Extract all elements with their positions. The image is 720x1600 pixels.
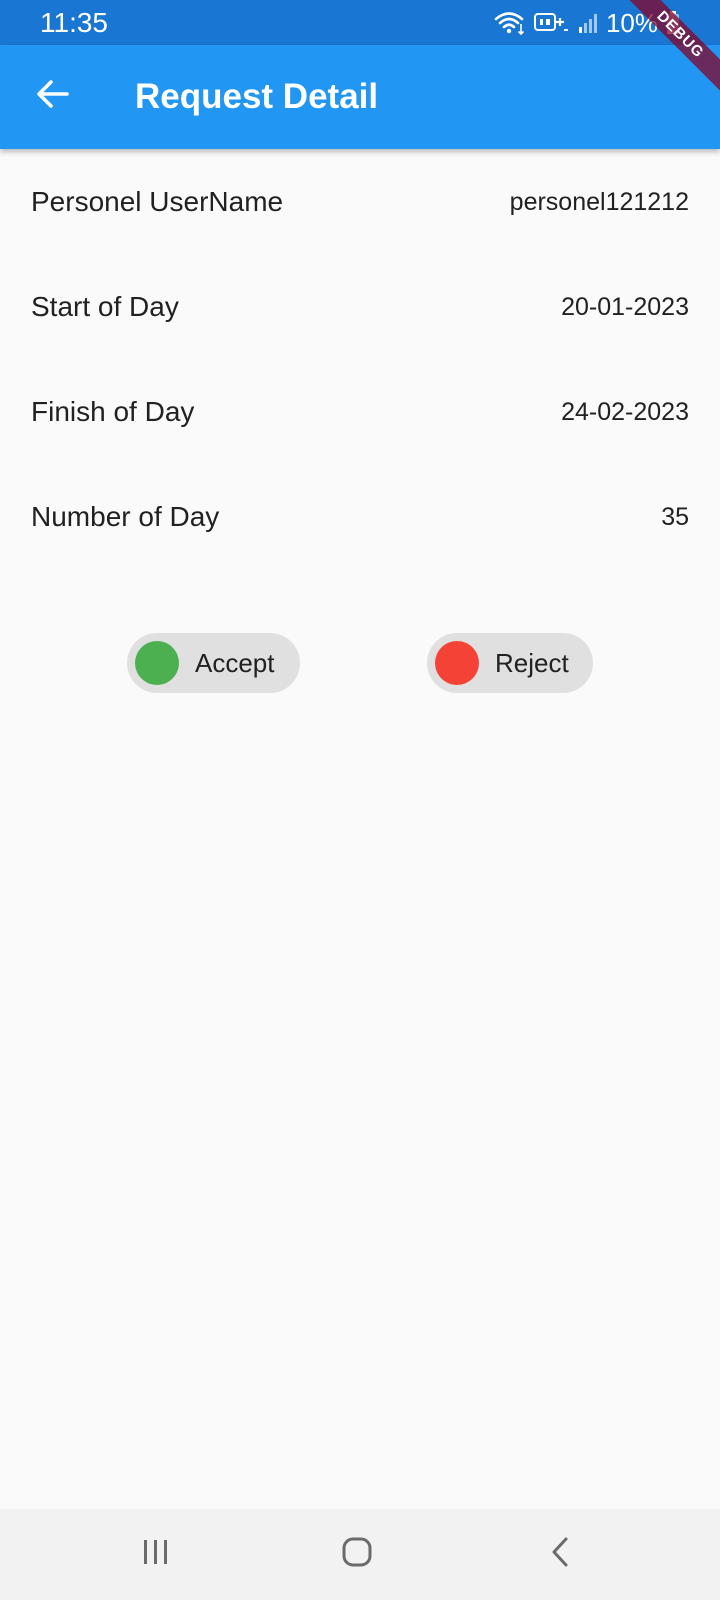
- detail-label: Finish of Day: [31, 396, 195, 427]
- recents-icon: [141, 1538, 171, 1571]
- status-bar: 11:35 10%: [0, 0, 720, 45]
- home-button[interactable]: [327, 1529, 387, 1579]
- system-nav-bar: [0, 1509, 720, 1600]
- page-title: Request Detail: [135, 77, 379, 116]
- nav-back-button[interactable]: [530, 1529, 590, 1579]
- detail-value: 35: [661, 503, 689, 531]
- detail-row-finish-day: Finish of Day 24-02-2023: [0, 360, 720, 465]
- signal-icon: [578, 12, 598, 34]
- arrow-left-icon: [36, 79, 70, 114]
- detail-value: 24-02-2023: [561, 398, 689, 426]
- recents-button[interactable]: [126, 1529, 186, 1579]
- reject-dot: [435, 641, 479, 685]
- wifi-icon: [494, 10, 526, 36]
- status-time: 11:35: [40, 7, 108, 38]
- hd-volte-icon: [533, 11, 570, 35]
- accept-label: Accept: [195, 648, 275, 678]
- back-icon: [549, 1536, 571, 1573]
- detail-value: personel121212: [509, 188, 689, 216]
- detail-label: Personel UserName: [31, 186, 284, 217]
- action-buttons: Accept Reject: [0, 633, 720, 695]
- detail-value: 20-01-2023: [561, 293, 689, 321]
- detail-list: Personel UserName personel121212 Start o…: [0, 150, 720, 570]
- home-icon: [341, 1536, 373, 1573]
- detail-row-start-day: Start of Day 20-01-2023: [0, 255, 720, 360]
- accept-button[interactable]: Accept: [127, 633, 300, 693]
- app-bar: Request Detail: [0, 45, 720, 149]
- detail-row-number-of-day: Number of Day 35: [0, 465, 720, 570]
- detail-label: Number of Day: [31, 501, 220, 532]
- detail-row-username: Personel UserName personel121212: [0, 150, 720, 255]
- accept-dot: [135, 641, 179, 685]
- reject-label: Reject: [495, 648, 569, 678]
- detail-label: Start of Day: [31, 291, 179, 322]
- reject-button[interactable]: Reject: [427, 633, 593, 693]
- back-button[interactable]: [28, 71, 78, 121]
